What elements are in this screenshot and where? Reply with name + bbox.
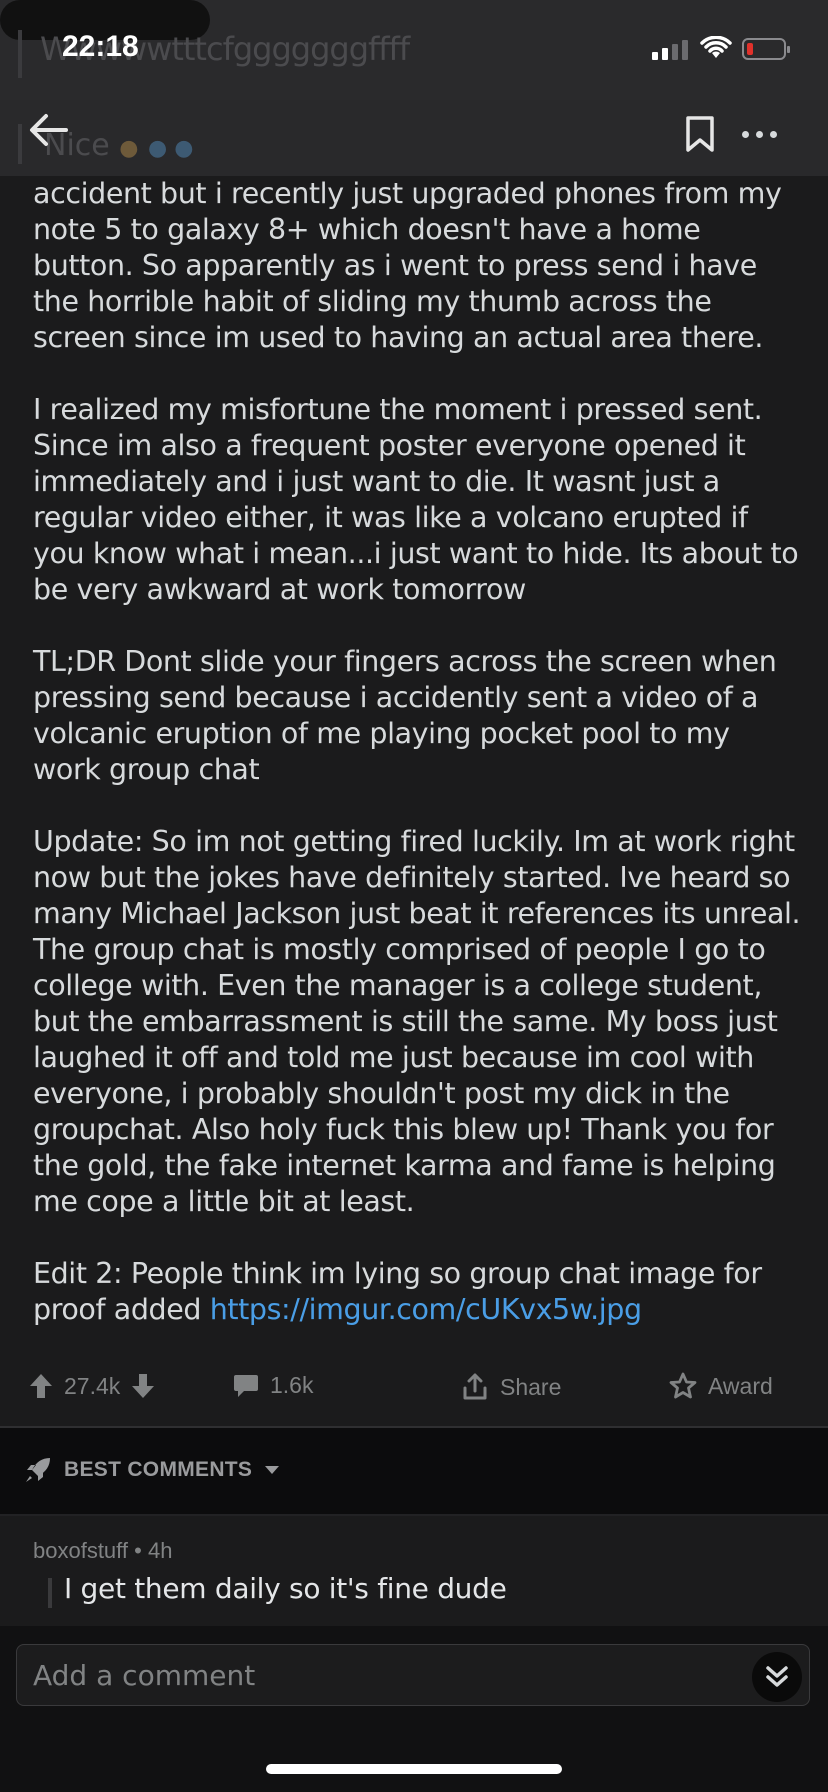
upvote-icon[interactable] xyxy=(28,1372,54,1400)
upvote-count: 27.4k xyxy=(64,1372,121,1399)
post-edit-paragraph: Edit 2: People think im lying so group c… xyxy=(33,1256,803,1328)
downvote-icon[interactable] xyxy=(130,1372,156,1400)
share-label: Share xyxy=(500,1373,562,1400)
sort-label: BEST COMMENTS xyxy=(64,1458,253,1481)
comment-age: 4h xyxy=(147,1538,173,1563)
comment-item[interactable] xyxy=(0,1516,828,1626)
comment-text: I get them daily so it's fine dude xyxy=(64,1572,507,1605)
add-comment-input[interactable] xyxy=(16,1644,810,1706)
post-paragraph: TL;DR Dont slide your fingers across the… xyxy=(33,645,777,786)
caret-down-icon xyxy=(265,1466,280,1474)
rocket-icon xyxy=(26,1458,50,1482)
imgur-link[interactable]: https://imgur.com/cUKvx5w.jpg xyxy=(210,1293,642,1326)
status-time: 22:18 xyxy=(62,30,139,63)
comments-button[interactable]: 1.6k xyxy=(232,1372,313,1399)
ghost-quote-bar-2 xyxy=(18,124,22,164)
post-paragraph: accident but i recently just upgraded ph… xyxy=(33,177,782,354)
home-indicator[interactable] xyxy=(266,1764,562,1774)
award-icon xyxy=(669,1372,697,1399)
bookmark-icon[interactable] xyxy=(682,114,718,154)
award-label: Award xyxy=(708,1372,773,1399)
ghost-emoji-icons: ● xyxy=(119,136,139,161)
battery-icon xyxy=(742,38,790,60)
post-actions: 27.4k 1.6k Share Award xyxy=(0,1362,828,1414)
comment-meta: boxofstuff • 4h xyxy=(33,1538,172,1564)
cellular-signal-icon xyxy=(652,40,688,60)
comment-thread-bar xyxy=(48,1578,52,1608)
share-icon xyxy=(463,1373,487,1400)
post-paragraph: I realized my misfortune the moment i pr… xyxy=(33,393,799,606)
ghost-quote-bar xyxy=(18,30,22,78)
expand-comments-button[interactable] xyxy=(752,1652,802,1702)
comment-count: 1.6k xyxy=(270,1372,314,1398)
share-button[interactable]: Share xyxy=(460,1372,561,1402)
double-chevron-down-icon xyxy=(766,1666,788,1687)
more-options-icon[interactable] xyxy=(742,114,792,154)
comment-bubble-icon xyxy=(234,1374,258,1397)
meta-separator: • xyxy=(134,1538,148,1563)
post-body: accident but i recently just upgraded ph… xyxy=(33,176,803,1364)
wifi-icon xyxy=(700,36,732,58)
post-paragraph: Update: So im not getting fired luckily.… xyxy=(33,825,801,1218)
comment-author[interactable]: boxofstuff xyxy=(33,1538,128,1563)
back-arrow-icon[interactable] xyxy=(26,110,74,150)
vote-group: 27.4k xyxy=(28,1372,156,1400)
award-button[interactable]: Award xyxy=(668,1372,773,1400)
comment-sort-dropdown[interactable]: BEST COMMENTS xyxy=(24,1456,280,1484)
